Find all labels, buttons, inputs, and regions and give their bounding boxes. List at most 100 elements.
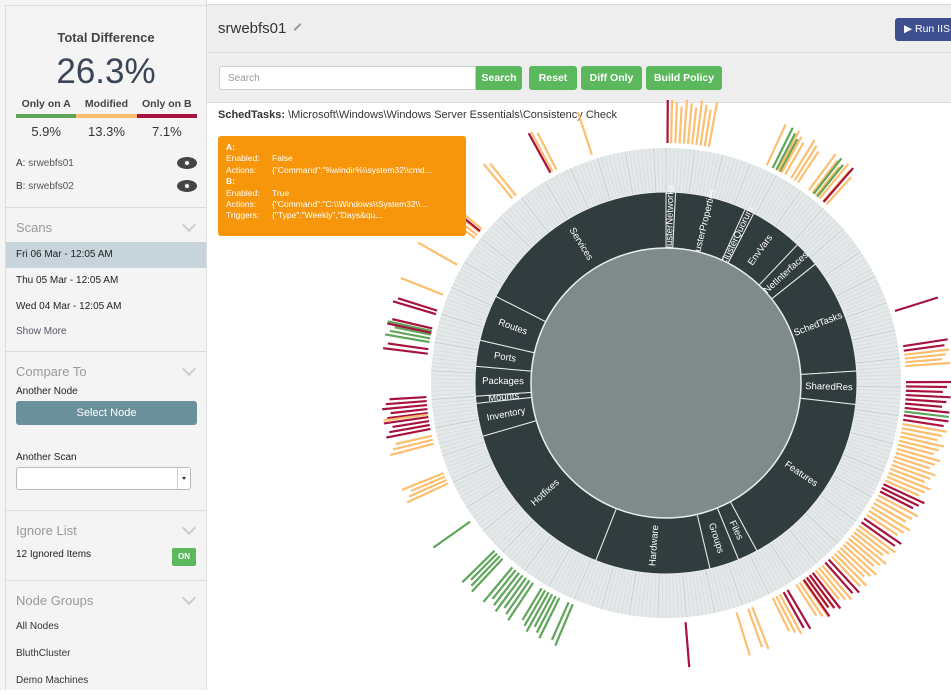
node-b-prefix: B: [16,181,25,192]
diff-mark-M [680,106,682,143]
diff-mark-M [692,108,696,145]
chevron-down-icon[interactable] [182,218,196,232]
breakdown-value: 7.1% [137,124,197,139]
diff-mark-M [484,164,513,199]
diff-mark-B [686,622,690,667]
reset-button[interactable]: Reset [529,66,577,90]
chevron-down-icon[interactable] [182,362,196,376]
tooltip-value: {"Command":"C:\\Windows\\System32\\... [272,199,428,210]
diff-mark-M [578,112,592,155]
eye-icon[interactable] [177,157,197,169]
tooltip-row: Actions:{"Command":"C:\\Windows\\System3… [226,199,466,210]
node-b-label: B: srwebfs02 [16,181,74,192]
diff-mark-B [895,297,938,311]
scan-item[interactable]: Wed 04 Mar - 12:05 AM [6,294,206,320]
toolbar: Search Search Reset Diff Only Build Poli… [207,53,951,103]
another-scan-select[interactable] [16,467,191,490]
run-iis-button[interactable]: ▶ Run IIS [895,18,951,41]
difference-breakdown: Only on A 5.9% Modified 13.3% Only on B … [16,98,197,139]
diff-mark-M [905,359,942,362]
ignore-list-toggle[interactable]: ON [172,548,196,566]
diff-only-button[interactable]: Diff Only [581,66,642,90]
diff-mark-M [401,278,443,295]
tooltip-b-header: B: [226,176,466,187]
diff-mark-B [389,397,426,399]
tooltip-row: Enabled:True [226,188,466,199]
ignore-list-header[interactable]: Ignore List [6,511,206,545]
scans-title: Scans [16,220,52,235]
diff-mark-B [784,592,804,628]
node-a-name: srwebfs01 [28,158,74,169]
breakdown-value: 5.9% [16,124,76,139]
node-groups-title: Node Groups [16,593,93,608]
ignore-list-title: Ignore List [16,523,77,538]
node-group-item[interactable]: BluthCluster [6,642,206,669]
edit-pencil-icon[interactable] [294,23,302,31]
diff-mark-M [776,596,795,632]
tooltip-row: Actions:{"Command":"%windir%\\system32\\… [226,165,466,176]
diff-mark-M [490,164,516,196]
node-a-prefix: A: [16,158,25,169]
tooltip-key: Enabled: [226,153,272,164]
node-a-label: A: srwebfs01 [16,158,74,169]
node-groups-section: Node Groups All Nodes BluthCluster Demo … [6,581,206,696]
diff-mark-M [531,132,552,172]
diff-mark-M [418,243,457,265]
build-policy-button[interactable]: Build Policy [646,66,722,90]
total-difference-title: Total Difference [6,30,206,45]
diff-mark-M [709,103,717,147]
breakdown-label: Modified [76,98,136,114]
compare-to-header[interactable]: Compare To [6,352,206,386]
compare-to-section: Compare To Another Node Select Node Anot… [6,352,206,511]
node-groups-header[interactable]: Node Groups [6,581,206,615]
diff-mark-B [905,404,942,407]
breakdown-only-on-b: Only on B 7.1% [137,98,197,139]
node-a-row: A: srwebfs01 [16,157,197,169]
breakdown-bar-only-on-b [137,114,197,118]
chevron-down-icon[interactable] [182,591,196,605]
breakdown-bar-modified [76,114,136,118]
sidebar-panel: Total Difference 26.3% Only on A 5.9% Mo… [5,5,206,690]
total-difference-section: Total Difference 26.3% Only on A 5.9% Mo… [6,6,206,208]
node-group-item[interactable]: All Nodes [6,615,206,642]
scans-header[interactable]: Scans [6,208,206,242]
tooltip-value: {"Type":"Weekly","Days&qu... [272,210,382,221]
search-input[interactable]: Search [219,66,476,90]
breakdown-label: Only on A [16,98,76,114]
diff-mark-M [816,167,839,196]
chevron-down-icon[interactable] [182,521,196,535]
scans-section: Scans Fri 06 Mar - 12:05 AM Thu 05 Mar -… [6,208,206,352]
tooltip-value: True [272,188,289,199]
scan-item[interactable]: Fri 06 Mar - 12:05 AM [6,242,206,268]
diff-mark-A [385,334,429,342]
breakdown-value: 13.3% [76,124,136,139]
diff-mark-M [675,102,677,143]
select-node-button[interactable]: Select Node [16,401,197,425]
tooltip-key: Actions: [226,165,272,176]
diff-tooltip: A: Enabled:False Actions:{"Command":"%wi… [218,136,466,236]
breakdown-modified: Modified 13.3% [76,98,136,139]
diff-mark-A [493,570,516,599]
tooltip-value: False [272,153,293,164]
dropdown-caret-icon[interactable] [177,468,190,489]
diff-mark-B [905,399,946,402]
diff-mark-M [396,436,432,444]
search-button[interactable]: Search [476,66,522,90]
tooltip-key: Actions: [226,199,272,210]
node-b-row: B: srwebfs02 [16,180,197,192]
breakdown-label: Only on B [137,98,197,114]
another-scan-label: Another Scan [6,452,206,463]
tooltip-row: Enabled:False [226,153,466,164]
diff-mark-A [433,522,470,548]
diff-mark-B [382,405,427,409]
ignore-list-section: Ignore List 12 Ignored Items ON [6,511,206,581]
scan-item[interactable]: Thu 05 Mar - 12:05 AM [6,268,206,294]
show-more-link[interactable]: Show More [6,320,206,344]
eye-icon[interactable] [177,180,197,192]
breakdown-only-on-a: Only on A 5.9% [16,98,76,139]
tooltip-value: {"Command":"%windir%\\system32\\cmd... [272,165,432,176]
diff-mark-M [869,511,904,533]
node-group-item[interactable]: Demo Machines [6,669,206,696]
diff-mark-M [798,152,818,183]
tooltip-key: Enabled: [226,188,272,199]
